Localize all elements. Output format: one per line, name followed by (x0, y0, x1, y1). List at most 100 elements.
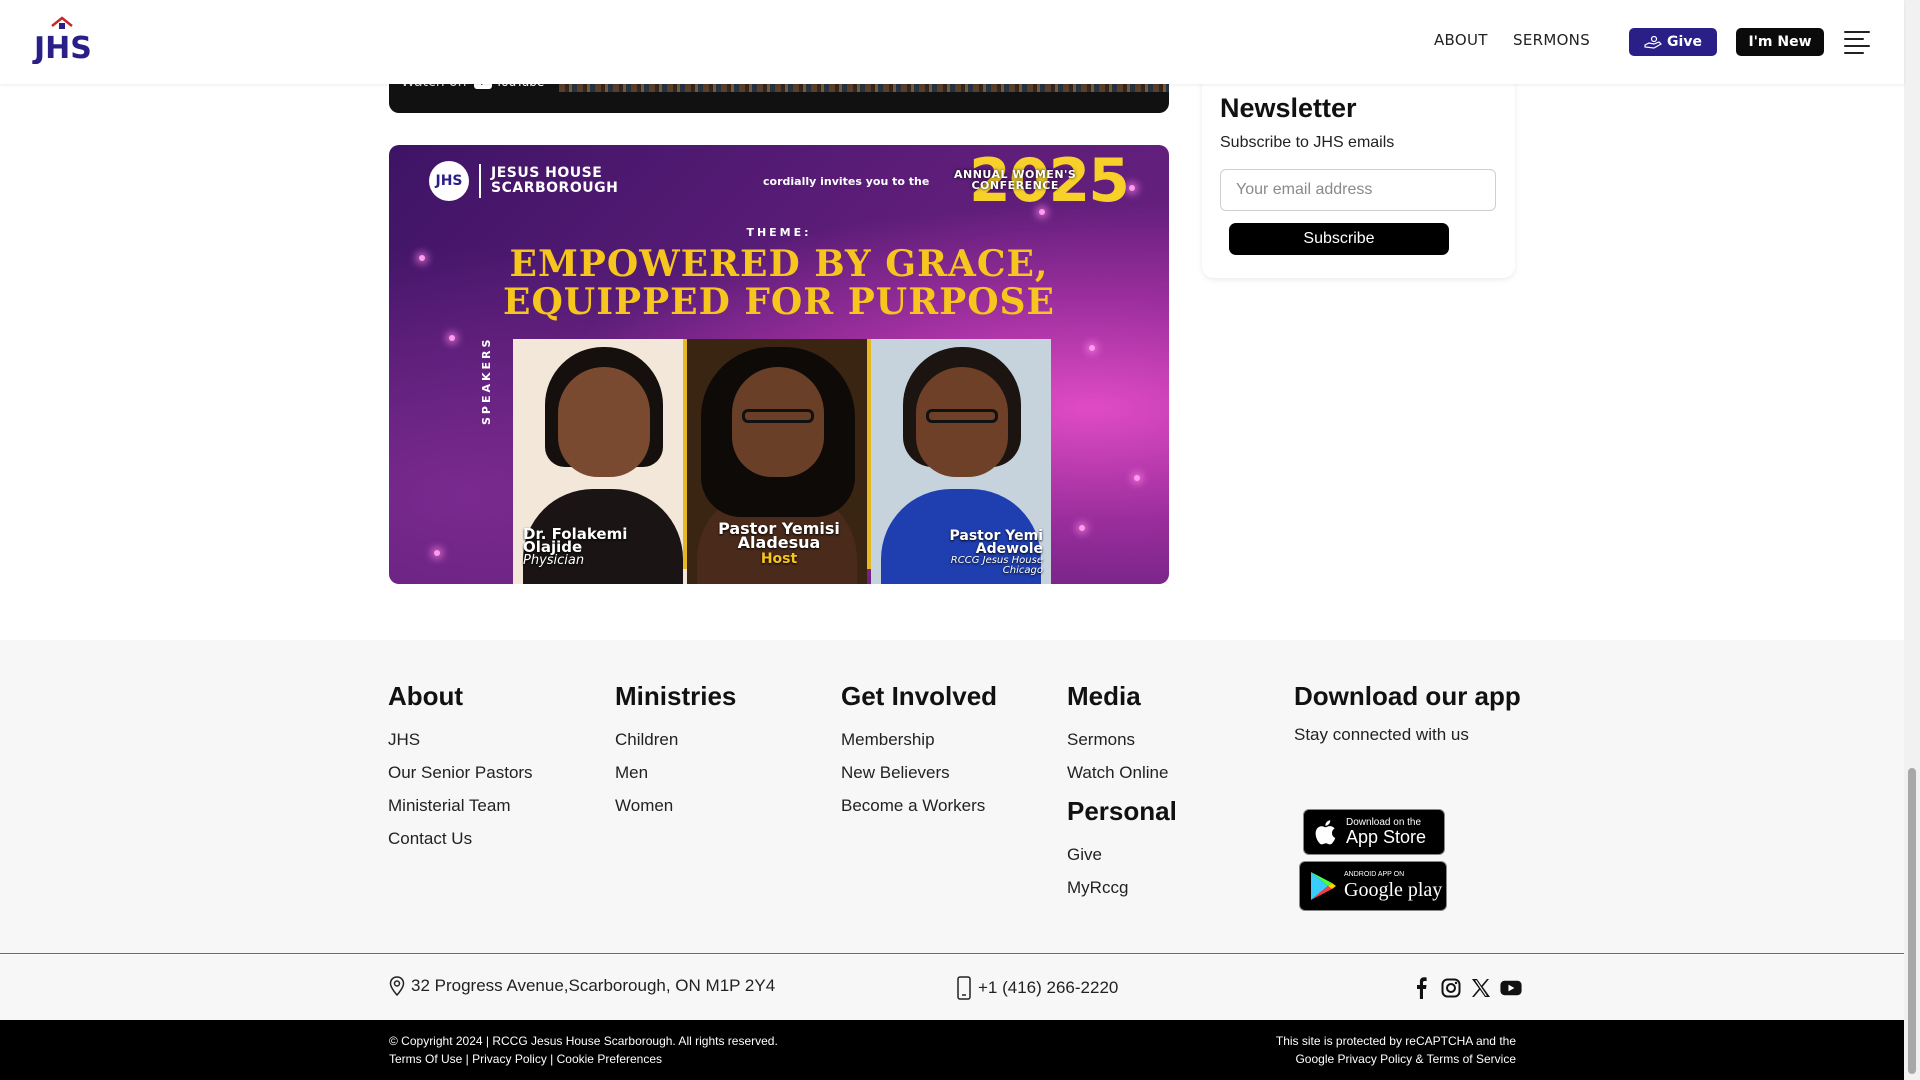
email-input[interactable] (1220, 169, 1496, 211)
speaker-2-name: Pastor Yemisi Aladesua Host (689, 521, 869, 567)
x-icon[interactable] (1470, 977, 1492, 999)
banner-invite-text: cordially invites you to the (763, 175, 930, 188)
speaker-1-role: Physician (523, 553, 585, 568)
scrollbar-thumb[interactable] (1908, 768, 1916, 1074)
address-item: 32 Progress Avenue,Scarborough, ON M1P 2… (389, 976, 775, 996)
speaker-3-role-line2: Chicago (1002, 565, 1043, 576)
jhs-logo[interactable]: JHS (32, 14, 96, 66)
speakers-label: SPEAKERS (480, 336, 493, 425)
speaker-1-name: Dr. Folakemi Olajide Physician (513, 527, 693, 568)
instagram-icon[interactable] (1440, 977, 1462, 999)
privacy-link[interactable]: Privacy Policy (472, 1052, 547, 1066)
theme-label: THEME: (746, 226, 812, 239)
footer-about-column: About JHS Our Senior Pastors Ministerial… (388, 680, 533, 861)
footer-ministries-column: Ministries Children Men Women (615, 680, 736, 828)
footer-link-jhs[interactable]: JHS (388, 729, 533, 750)
youtube-icon[interactable] (1500, 977, 1522, 999)
speaker-2-role: Host (760, 551, 798, 567)
theme-line2: EQUIPPED FOR PURPOSE (503, 281, 1055, 323)
separator: | (546, 1052, 557, 1066)
copyright-bar: © Copyright 2024 | RCCG Jesus House Scar… (0, 1020, 1904, 1080)
newsletter-card: Newsletter Subscribe to JHS emails Subsc… (1202, 70, 1515, 278)
cookie-preferences-link[interactable]: Cookie Preferences (557, 1052, 662, 1066)
footer-link-membership[interactable]: Membership (841, 729, 997, 750)
google-play-big-text: Google play (1344, 879, 1443, 901)
footer-about-heading: About (388, 681, 464, 711)
copyright-text: © Copyright 2024 | RCCG Jesus House Scar… (389, 1034, 778, 1048)
nav-sermons[interactable]: SERMONS (1513, 31, 1590, 49)
footer-link-workers[interactable]: Become a Workers (841, 795, 997, 816)
footer-link-give[interactable]: Give (1067, 844, 1177, 865)
sparkle (1089, 345, 1095, 351)
banner-church-logo: JHS JESUS HOUSE SCARBOROUGH (429, 161, 618, 201)
app-store-button[interactable]: Download on the App Store (1303, 809, 1445, 855)
event-line2: CONFERENCE (971, 179, 1059, 192)
google-play-button[interactable]: ANDROID APP ON Google play (1299, 861, 1447, 911)
newsletter-subtitle: Subscribe to JHS emails (1220, 134, 1395, 151)
footer-involved-heading: Get Involved (841, 681, 998, 711)
apple-icon (1315, 820, 1336, 845)
page-scrollbar[interactable] (1904, 0, 1920, 1080)
church-name-line1: JESUS HOUSE (491, 165, 603, 181)
footer-link-myrccg[interactable]: MyRccg (1067, 877, 1177, 898)
phone-icon (957, 976, 971, 1000)
footer-link-new-believers[interactable]: New Believers (841, 762, 997, 783)
recaptcha-policy-link[interactable]: Google Privacy Policy & Terms of Service (1295, 1052, 1516, 1066)
location-pin-icon (389, 976, 405, 996)
footer-link-contact[interactable]: Contact Us (388, 828, 533, 849)
footer-link-children[interactable]: Children (615, 729, 736, 750)
address-text: 32 Progress Avenue,Scarborough, ON M1P 2… (411, 976, 776, 995)
im-new-label: I'm New (1748, 34, 1812, 50)
footer-personal-heading: Personal (1067, 796, 1177, 826)
separator: | (462, 1052, 473, 1066)
google-play-small-text: ANDROID APP ON (1344, 871, 1405, 878)
app-store-big-text: App Store (1346, 827, 1427, 847)
sparkle (1129, 185, 1135, 191)
theme-line1: EMPOWERED BY GRACE, (509, 243, 1049, 285)
facebook-icon[interactable] (1410, 977, 1432, 999)
footer-contact-bar: 32 Progress Avenue,Scarborough, ON M1P 2… (0, 955, 1904, 1020)
site-header: JHS ABOUT SERMONS Give I'm New (0, 0, 1904, 84)
give-label: Give (1667, 34, 1702, 50)
footer-link-senior-pastors[interactable]: Our Senior Pastors (388, 762, 533, 783)
speaker-3-name: Pastor Yemi Adewole RCCG Jesus House Chi… (871, 529, 1051, 576)
sparkle (434, 550, 440, 556)
give-button[interactable]: Give (1629, 28, 1717, 56)
terms-link[interactable]: Terms Of Use (389, 1052, 462, 1066)
speaker-2-name-line2: Aladesua (737, 533, 821, 552)
im-new-button[interactable]: I'm New (1736, 28, 1824, 56)
footer-media-column: Media Sermons Watch Online Personal Give… (1067, 680, 1177, 910)
theme-title: EMPOWERED BY GRACE, EQUIPPED FOR PURPOSE (389, 245, 1169, 321)
copyright-left: © Copyright 2024 | RCCG Jesus House Scar… (389, 1032, 778, 1068)
google-play-icon (1311, 872, 1336, 900)
sparkle (449, 335, 455, 341)
site-footer: About JHS Our Senior Pastors Ministerial… (0, 640, 1904, 954)
phone-item[interactable]: +1 (416) 266-2220 (956, 976, 1118, 1000)
church-name-line2: SCARBOROUGH (491, 180, 619, 196)
recaptcha-notice: This site is protected by reCAPTCHA and … (1276, 1032, 1516, 1068)
svg-text:JHS: JHS (32, 31, 92, 64)
footer-app-subtitle: Stay connected with us (1294, 725, 1469, 744)
footer-link-ministerial-team[interactable]: Ministerial Team (388, 795, 533, 816)
newsletter-title: Newsletter (1220, 93, 1357, 123)
sparkle (1134, 475, 1140, 481)
footer-app-heading: Download our app (1294, 681, 1521, 711)
footer-link-sermons[interactable]: Sermons (1067, 729, 1177, 750)
footer-involved-column: Get Involved Membership New Believers Be… (841, 680, 997, 828)
footer-ministries-heading: Ministries (615, 681, 737, 711)
jhs-seal: JHS (429, 161, 469, 201)
phone-text: +1 (416) 266-2220 (978, 978, 1119, 997)
footer-link-men[interactable]: Men (615, 762, 736, 783)
sparkle (1079, 525, 1085, 531)
conference-banner[interactable]: JHS JESUS HOUSE SCARBOROUGH cordially in… (389, 145, 1169, 584)
subscribe-button[interactable]: Subscribe (1229, 223, 1449, 255)
nav-about[interactable]: ABOUT (1434, 31, 1488, 49)
footer-link-watch-online[interactable]: Watch Online (1067, 762, 1177, 783)
banner-event-name: ANNUAL WOMEN'S CONFERENCE (954, 169, 1076, 191)
social-links (1410, 977, 1522, 999)
recaptcha-line1: This site is protected by reCAPTCHA and … (1275, 1034, 1516, 1048)
footer-link-women[interactable]: Women (615, 795, 736, 816)
hamburger-menu-icon[interactable] (1844, 31, 1870, 54)
hand-heart-icon (1644, 35, 1663, 49)
footer-media-heading: Media (1067, 681, 1141, 711)
